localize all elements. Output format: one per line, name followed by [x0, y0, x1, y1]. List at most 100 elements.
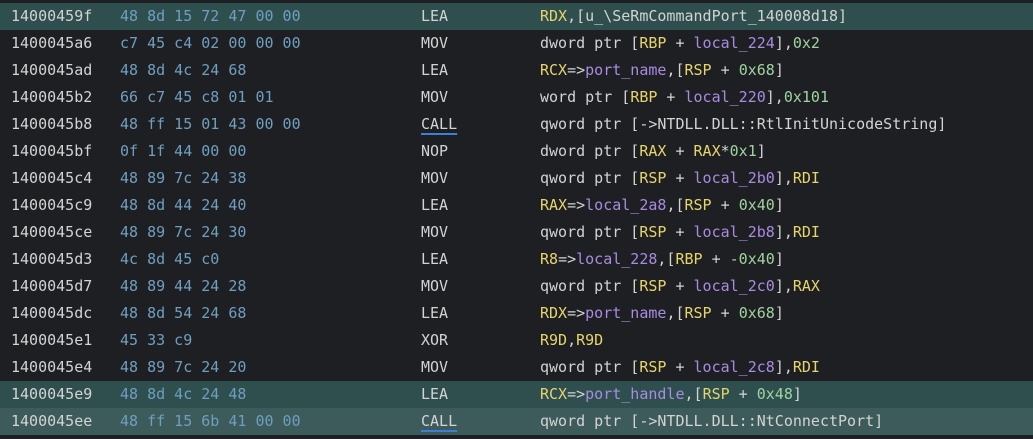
- operand-register[interactable]: R9D: [576, 331, 603, 349]
- listing-row[interactable]: 1400045e1 45 33 c9 XOR R9D,R9D: [0, 327, 1033, 354]
- instruction-mnemonic[interactable]: LEA: [421, 192, 448, 219]
- listing-row[interactable]: 1400045ee 48 ff 15 6b 41 00 00 CALL qword p…: [0, 408, 1033, 435]
- listing-row[interactable]: 1400045d3 4c 8d 45 c0 LEA R8=>local_228,[RB…: [0, 246, 1033, 273]
- instruction-mnemonic[interactable]: CALL: [421, 111, 457, 138]
- instruction-mnemonic[interactable]: LEA: [421, 246, 448, 273]
- instruction-address[interactable]: 1400045c4: [11, 165, 92, 192]
- operand-register[interactable]: RSP: [685, 304, 712, 322]
- instruction-address[interactable]: 1400045b8: [11, 111, 92, 138]
- instruction-operands[interactable]: RCX=>port_handle,[RSP + 0x48]: [540, 381, 802, 408]
- instruction-address[interactable]: 1400045e1: [11, 327, 92, 354]
- operand-register[interactable]: RAX: [793, 277, 820, 295]
- listing-row[interactable]: 1400045c4 48 89 7c 24 38 MOV qword ptr [RSP…: [0, 165, 1033, 192]
- operand-variable[interactable]: local_2c0: [694, 277, 775, 295]
- listing-row[interactable]: 1400045c9 48 8d 44 24 40 LEA RAX=>local_2a8…: [0, 192, 1033, 219]
- instruction-operands[interactable]: R8=>local_228,[RBP + -0x40]: [540, 246, 784, 273]
- operand-register[interactable]: RBP: [639, 34, 666, 52]
- instruction-operands[interactable]: qword ptr [RSP + local_2b0],RDI: [540, 165, 820, 192]
- instruction-mnemonic[interactable]: LEA: [421, 300, 448, 327]
- operand-register[interactable]: RSP: [639, 358, 666, 376]
- operand-register[interactable]: RBP: [630, 88, 657, 106]
- operand-register[interactable]: RAX: [639, 142, 666, 160]
- instruction-mnemonic[interactable]: MOV: [421, 30, 448, 57]
- operand-register[interactable]: RSP: [639, 169, 666, 187]
- operand-register[interactable]: RSP: [639, 223, 666, 241]
- operand-register[interactable]: RDI: [793, 169, 820, 187]
- instruction-mnemonic[interactable]: XOR: [421, 327, 448, 354]
- operand-register[interactable]: RCX: [540, 385, 567, 403]
- instruction-address[interactable]: 1400045dc: [11, 300, 92, 327]
- operand-variable[interactable]: local_2a8: [585, 196, 666, 214]
- instruction-mnemonic[interactable]: MOV: [421, 219, 448, 246]
- operand-register[interactable]: RCX: [540, 61, 567, 79]
- operand-variable[interactable]: port_handle: [585, 385, 684, 403]
- listing-row[interactable]: 1400045e9 48 8d 4c 24 48 LEA RCX=>port_hand…: [0, 381, 1033, 408]
- instruction-operands[interactable]: qword ptr [->NTDLL.DLL::RtlInitUnicodeSt…: [540, 111, 946, 138]
- operand-register[interactable]: RBP: [675, 250, 702, 268]
- instruction-mnemonic[interactable]: MOV: [421, 165, 448, 192]
- operand-register[interactable]: RSP: [639, 277, 666, 295]
- instruction-mnemonic[interactable]: MOV: [421, 354, 448, 381]
- instruction-address[interactable]: 1400045ee: [11, 408, 92, 435]
- instruction-operands[interactable]: RDX,[u_\SeRmCommandPort_140008d18]: [540, 3, 847, 30]
- operand-variable[interactable]: local_2c8: [694, 358, 775, 376]
- instruction-operands[interactable]: qword ptr [RSP + local_2c8],RDI: [540, 354, 820, 381]
- instruction-mnemonic[interactable]: LEA: [421, 57, 448, 84]
- instruction-address[interactable]: 1400045d3: [11, 246, 92, 273]
- instruction-operands[interactable]: RDX=>port_name,[RSP + 0x68]: [540, 300, 784, 327]
- instruction-mnemonic[interactable]: LEA: [421, 3, 448, 30]
- listing-row[interactable]: 1400045bf 0f 1f 44 00 00 NOP dword ptr [RAX…: [0, 138, 1033, 165]
- instruction-address[interactable]: 14000459f: [11, 3, 92, 30]
- operand-variable[interactable]: local_224: [694, 34, 775, 52]
- instruction-operands[interactable]: qword ptr [RSP + local_2b8],RDI: [540, 219, 820, 246]
- listing-row[interactable]: 1400045b2 66 c7 45 c8 01 01 MOV word ptr [R…: [0, 84, 1033, 111]
- operand-register[interactable]: RDX: [540, 7, 567, 25]
- operand-variable[interactable]: port_name: [585, 304, 666, 322]
- operand-register[interactable]: R9D: [540, 331, 567, 349]
- operand-register[interactable]: RDI: [793, 223, 820, 241]
- operand-register[interactable]: RSP: [685, 61, 712, 79]
- operand-variable[interactable]: port_name: [585, 61, 666, 79]
- instruction-operands[interactable]: qword ptr [->NTDLL.DLL::NtConnectPort]: [540, 408, 883, 435]
- operand-register[interactable]: RSP: [703, 385, 730, 403]
- listing-row[interactable]: 1400045dc 48 8d 54 24 68 LEA RDX=>port_name…: [0, 300, 1033, 327]
- operand-register[interactable]: RDI: [793, 358, 820, 376]
- listing-row[interactable]: 1400045b8 48 ff 15 01 43 00 00 CALL qword p…: [0, 111, 1033, 138]
- instruction-mnemonic[interactable]: NOP: [421, 138, 448, 165]
- listing-row[interactable]: 1400045d7 48 89 44 24 28 MOV qword ptr [RSP…: [0, 273, 1033, 300]
- operand-register[interactable]: R8: [540, 250, 558, 268]
- listing-row[interactable]: 1400045ad 48 8d 4c 24 68 LEA RCX=>port_name…: [0, 57, 1033, 84]
- instruction-operands[interactable]: qword ptr [RSP + local_2c0],RAX: [540, 273, 820, 300]
- operand-variable[interactable]: local_2b8: [694, 223, 775, 241]
- instruction-mnemonic[interactable]: MOV: [421, 273, 448, 300]
- instruction-address[interactable]: 1400045bf: [11, 138, 92, 165]
- instruction-mnemonic[interactable]: LEA: [421, 381, 448, 408]
- instruction-operands[interactable]: dword ptr [RAX + RAX*0x1]: [540, 138, 766, 165]
- instruction-address[interactable]: 1400045ad: [11, 57, 92, 84]
- operand-variable[interactable]: local_220: [685, 88, 766, 106]
- operand-register[interactable]: RAX: [540, 196, 567, 214]
- instruction-mnemonic[interactable]: CALL: [421, 408, 457, 435]
- instruction-operands[interactable]: R9D,R9D: [540, 327, 603, 354]
- instruction-operands[interactable]: RCX=>port_name,[RSP + 0x68]: [540, 57, 784, 84]
- listing-row[interactable]: 1400045ce 48 89 7c 24 30 MOV qword ptr [RSP…: [0, 219, 1033, 246]
- instruction-address[interactable]: 1400045e9: [11, 381, 92, 408]
- operand-register[interactable]: RAX: [694, 142, 721, 160]
- operand-variable[interactable]: local_2b0: [694, 169, 775, 187]
- operand-variable[interactable]: local_228: [576, 250, 657, 268]
- listing-row[interactable]: 14000459f 48 8d 15 72 47 00 00 LEA RDX,[u_\…: [0, 3, 1033, 30]
- instruction-address[interactable]: 1400045b2: [11, 84, 92, 111]
- instruction-address[interactable]: 1400045e4: [11, 354, 92, 381]
- instruction-operands[interactable]: RAX=>local_2a8,[RSP + 0x40]: [540, 192, 784, 219]
- instruction-operands[interactable]: dword ptr [RBP + local_224],0x2: [540, 30, 820, 57]
- instruction-address[interactable]: 1400045c9: [11, 192, 92, 219]
- instruction-operands[interactable]: word ptr [RBP + local_220],0x101: [540, 84, 829, 111]
- instruction-mnemonic[interactable]: MOV: [421, 84, 448, 111]
- listing-row[interactable]: 1400045e4 48 89 7c 24 20 MOV qword ptr [RSP…: [0, 354, 1033, 381]
- instruction-address[interactable]: 1400045d7: [11, 273, 92, 300]
- operand-register[interactable]: RSP: [685, 196, 712, 214]
- instruction-address[interactable]: 1400045ce: [11, 219, 92, 246]
- operand-register[interactable]: RDX: [540, 304, 567, 322]
- instruction-address[interactable]: 1400045a6: [11, 30, 92, 57]
- listing-row[interactable]: 1400045a6 c7 45 c4 02 00 00 00 MOV dword pt…: [0, 30, 1033, 57]
